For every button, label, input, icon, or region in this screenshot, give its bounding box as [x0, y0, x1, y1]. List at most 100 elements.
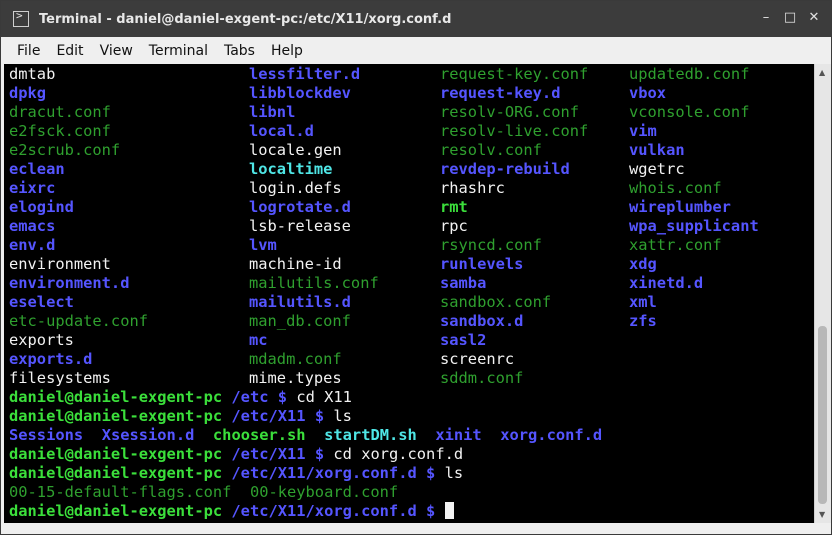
ls-entry: xorg.conf.d — [500, 426, 603, 444]
ls-entry: vconsole.conf — [629, 103, 750, 121]
ls-row: env.d lvm rsyncd.conf xattr.conf — [9, 236, 722, 255]
terminal-line: daniel@daniel-exgent-pc /etc/X11 $ cd xo… — [9, 445, 602, 464]
command-text: cd xorg.conf.d — [333, 445, 464, 463]
ls-entry: mailutils.conf — [249, 274, 379, 292]
title-bar[interactable]: Terminal - daniel@daniel-exgent-pc:/etc/… — [1, 1, 831, 37]
ls-entry: revdep-rebuild — [440, 160, 570, 178]
ls-entry: whois.conf — [629, 179, 722, 197]
command-text: ls — [333, 407, 352, 425]
ls-entry: eclean — [9, 160, 65, 178]
ls-entry: environment — [9, 255, 111, 273]
ls-entry: xdg — [629, 255, 657, 273]
prompt-path: /etc/X11/xorg.conf.d — [231, 464, 417, 482]
prompt-user: daniel@daniel-exgent-pc — [9, 502, 223, 520]
ls-row: exports mc sasl2 — [9, 331, 602, 350]
scrollbar-thumb[interactable] — [818, 326, 827, 504]
prompt-symbol: $ — [314, 407, 325, 425]
ls-entry: request-key.conf — [440, 65, 589, 83]
ls-entry: lsb-release — [249, 217, 351, 235]
terminal-line: daniel@daniel-exgent-pc /etc/X11 $ ls — [9, 407, 602, 426]
ls-entry: samba — [440, 274, 487, 292]
minimize-icon[interactable]: – — [759, 11, 773, 25]
ls-entry: vulkan — [629, 141, 685, 159]
ls-entry: machine-id — [249, 255, 342, 273]
ls-row: environment machine-id runlevels xdg — [9, 255, 657, 274]
menu-terminal[interactable]: Terminal — [141, 43, 216, 59]
ls-entry: wgetrc — [629, 160, 685, 178]
ls-entry: xinetd.d — [629, 274, 704, 292]
ls-entry: rhashrc — [440, 179, 505, 197]
ls-row: emacs lsb-release rpc wpa_supplicant — [9, 217, 759, 236]
ls-entry: rpc — [440, 217, 468, 235]
menu-tabs[interactable]: Tabs — [216, 43, 263, 59]
close-icon[interactable]: ✕ — [807, 11, 821, 25]
ls-row: elogind logrotate.d rmt wireplumber — [9, 198, 731, 217]
ls-entry: e2fsck.conf — [9, 122, 111, 140]
ls-entry: chooser.sh — [212, 426, 306, 444]
ls-entry: Xsession.d — [101, 426, 195, 444]
ls-entry: runlevels — [440, 255, 524, 273]
ls-entry: logrotate.d — [249, 198, 351, 216]
ls-entry: zfs — [629, 312, 657, 330]
prompt-path: /etc/X11/xorg.conf.d — [231, 502, 417, 520]
vertical-scrollbar[interactable]: ▲ ▼ — [814, 64, 831, 523]
ls-entry: e2scrub.conf — [9, 141, 121, 159]
ls-entry: exports — [9, 331, 74, 349]
ls-row: eixrc login.defs rhashrc whois.conf — [9, 179, 722, 198]
ls-entry: xinit — [435, 426, 482, 444]
prompt-user: daniel@daniel-exgent-pc — [9, 464, 223, 482]
prompt-path: /etc — [231, 388, 269, 406]
prompt-symbol: $ — [426, 502, 436, 520]
ls-row: filesystems mime.types sddm.conf — [9, 369, 602, 388]
ls-entry: mdadm.conf — [249, 350, 342, 368]
menu-bar: File Edit View Terminal Tabs Help — [1, 37, 831, 64]
ls-entry: startDM.sh — [324, 426, 417, 444]
ls-entry: sasl2 — [440, 331, 487, 349]
ls-entry: dracut.conf — [9, 103, 111, 121]
ls-entry: mailutils.d — [249, 293, 351, 311]
menu-edit[interactable]: Edit — [48, 43, 91, 59]
prompt-symbol: $ — [314, 445, 325, 463]
terminal-window: Terminal - daniel@daniel-exgent-pc:/etc/… — [0, 0, 832, 535]
ls-entry: vim — [629, 122, 657, 140]
prompt-user: daniel@daniel-exgent-pc — [9, 445, 223, 463]
menu-help[interactable]: Help — [263, 43, 311, 59]
ls-entry: vbox — [629, 84, 667, 102]
ls-entry: 00-15-default-flags.conf — [9, 483, 232, 501]
prompt-symbol: $ — [426, 464, 436, 482]
scroll-up-icon[interactable]: ▲ — [819, 68, 825, 77]
scroll-down-icon[interactable]: ▼ — [819, 510, 825, 519]
terminal-text: dmtab lessfilter.d request-key.conf updated… — [9, 65, 759, 521]
ls-entry: screenrc — [440, 350, 515, 368]
ls-entry: 00-keyboard.conf — [249, 483, 399, 501]
ls-entry: login.defs — [249, 179, 342, 197]
ls-entry: man_db.conf — [249, 312, 351, 330]
text-cursor — [444, 502, 454, 519]
prompt-symbol: $ — [277, 388, 288, 406]
ls-entry: localtime — [249, 160, 333, 178]
ls-row: e2fsck.conf local.d resolv-live.conf vim — [9, 122, 657, 141]
prompt-user: daniel@daniel-exgent-pc — [9, 388, 223, 406]
ls-entry: environment.d — [9, 274, 130, 292]
ls-entry: rsyncd.conf — [440, 236, 542, 254]
ls-entry: mime.types — [249, 369, 342, 387]
ls-entry: etc-update.conf — [9, 312, 148, 330]
ls-entry: sddm.conf — [440, 369, 524, 387]
ls-row: eselect mailutils.d sandbox.conf xml — [9, 293, 657, 312]
ls-entry: resolv.conf — [440, 141, 542, 159]
menu-file[interactable]: File — [9, 43, 48, 59]
window-title: Terminal - daniel@daniel-exgent-pc:/etc/… — [39, 11, 452, 27]
ls-entry: wpa_supplicant — [629, 217, 759, 235]
ls-entry: sandbox.conf — [440, 293, 552, 311]
maximize-icon[interactable]: □ — [783, 11, 797, 25]
terminal-output[interactable]: dmtab lessfilter.d request-key.conf updated… — [4, 64, 814, 523]
menu-view[interactable]: View — [92, 43, 141, 59]
prompt-path: /etc/X11 — [231, 407, 306, 425]
command-text: ls — [444, 464, 464, 482]
ls-row: exports.d mdadm.conf screenrc — [9, 350, 602, 369]
ls-row: e2scrub.conf locale.gen resolv.conf vulkan — [9, 141, 685, 160]
ls-row: eclean localtime revdep-rebuild wgetrc — [9, 160, 685, 179]
ls-entry: filesystems — [9, 369, 111, 387]
terminal-app-icon — [13, 9, 29, 27]
ls-entry: libblockdev — [249, 84, 351, 102]
